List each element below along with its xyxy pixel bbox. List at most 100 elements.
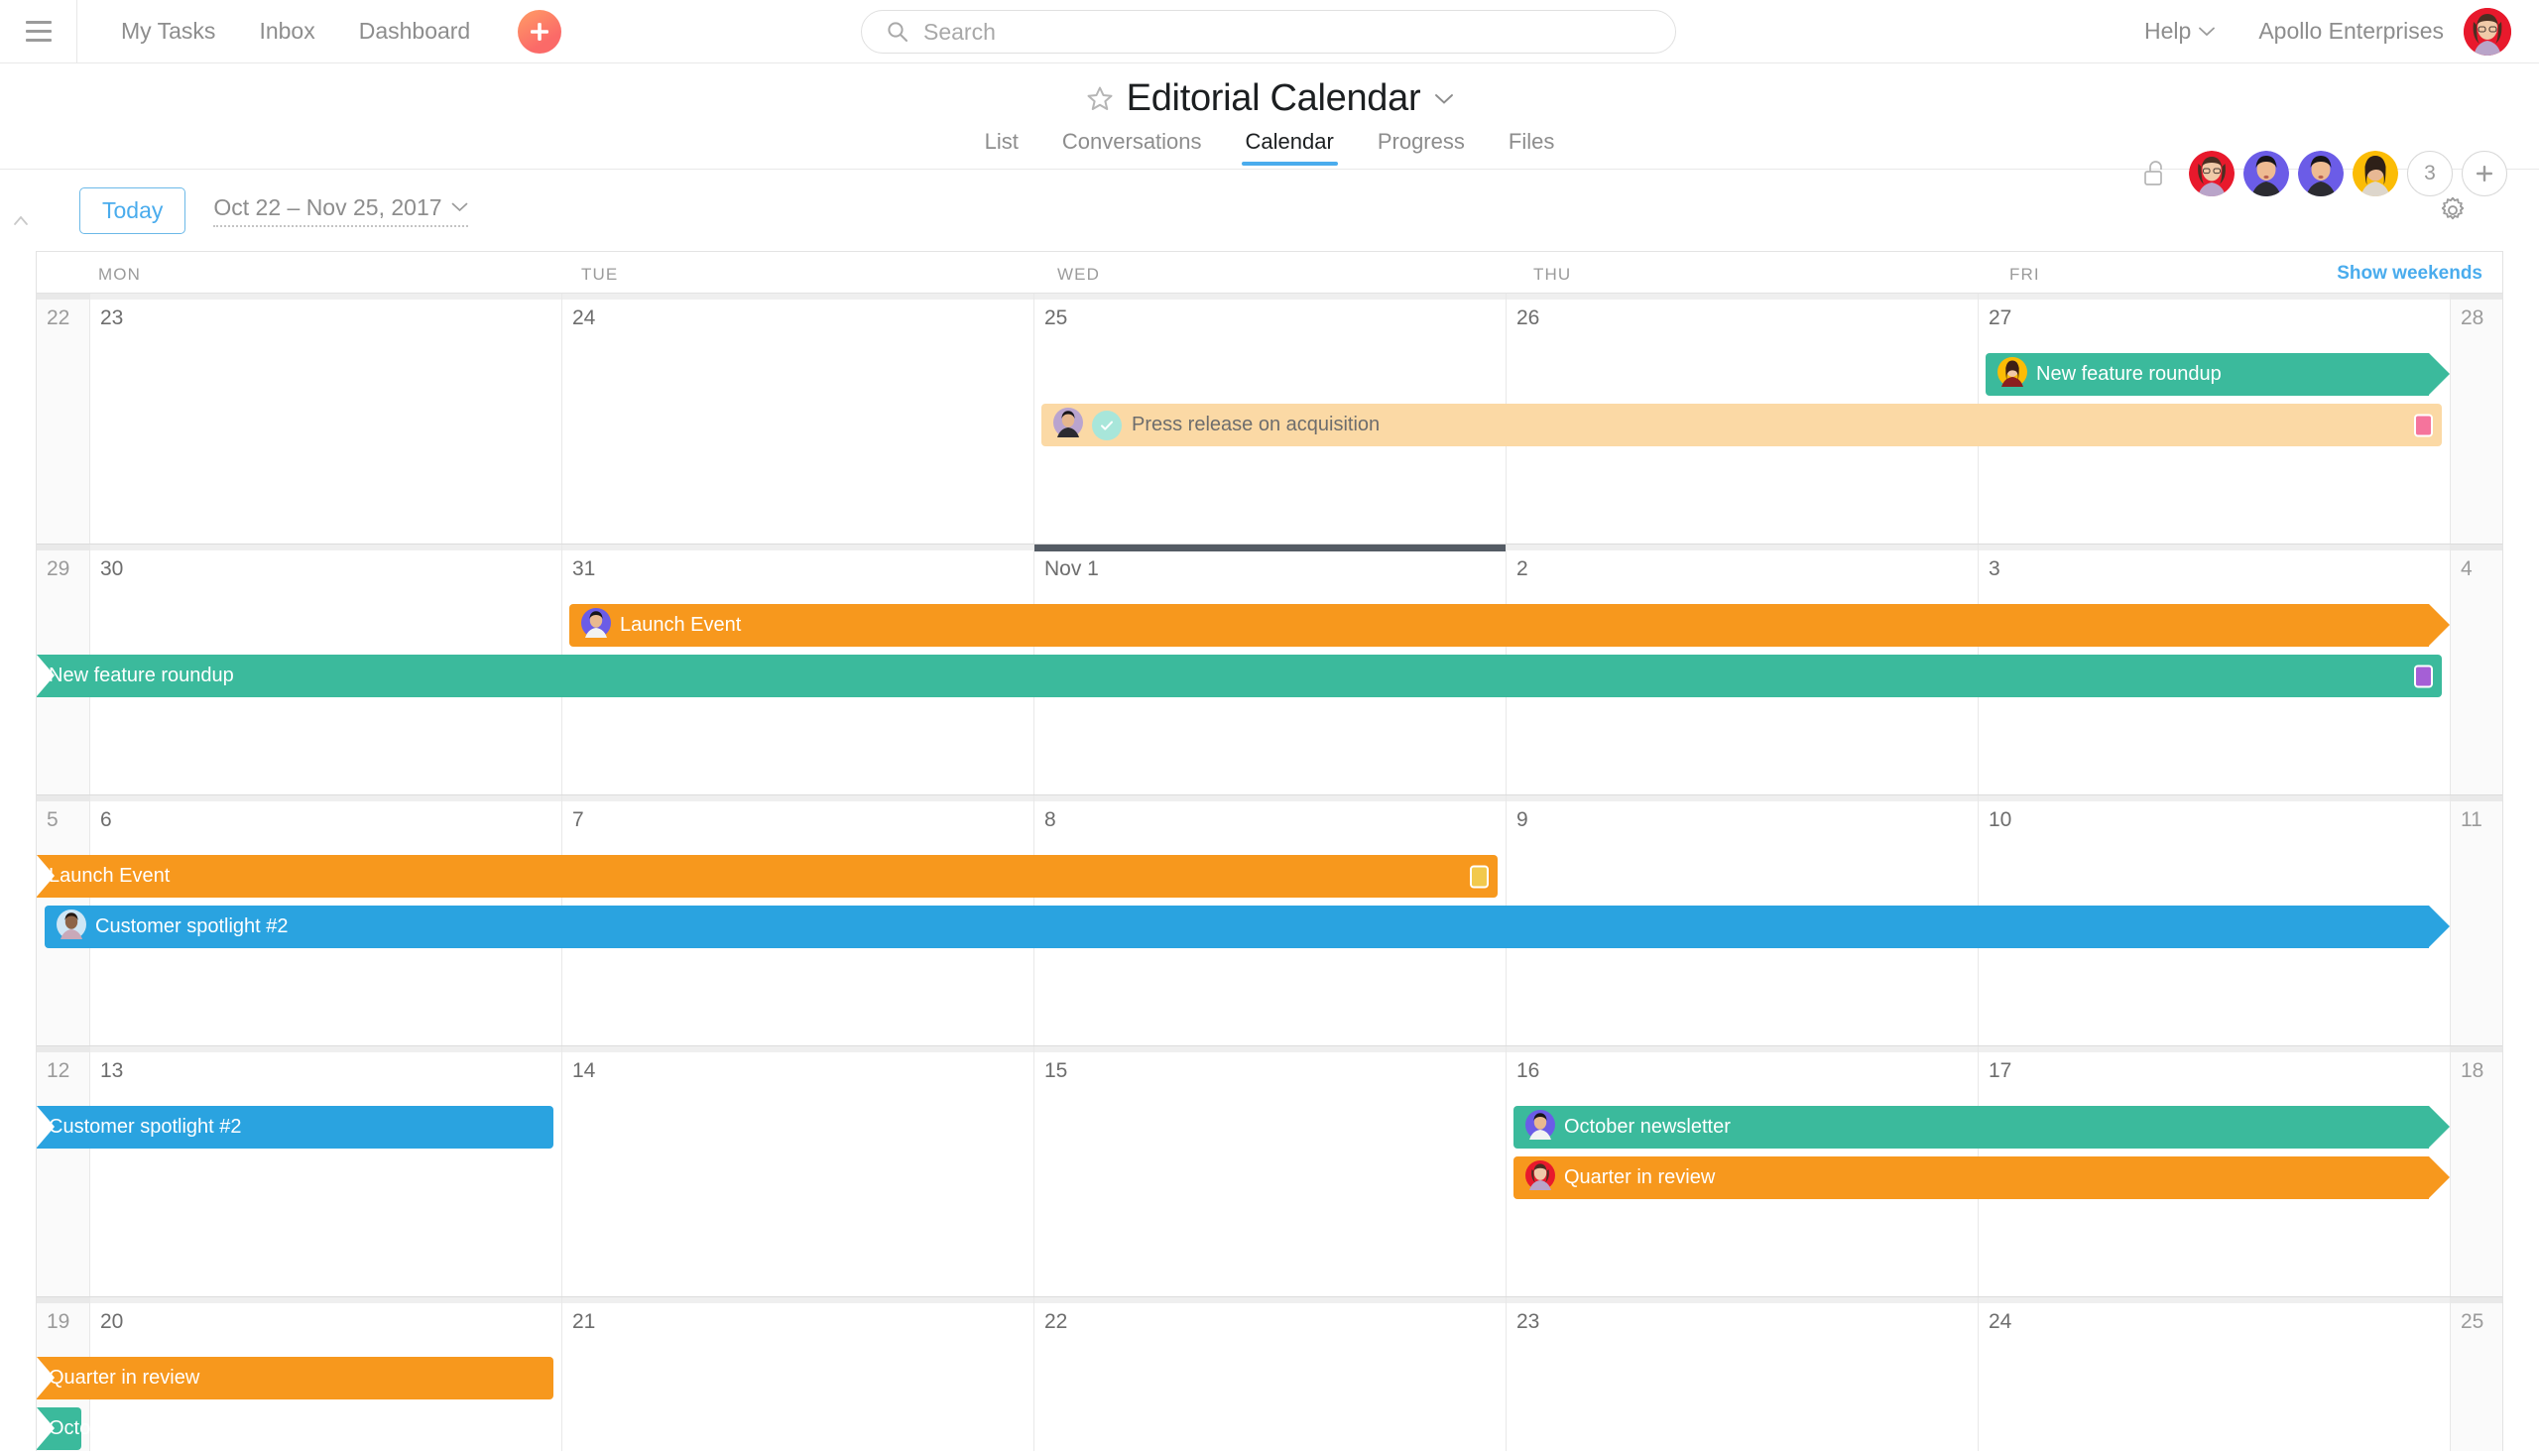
calendar-grid: MON TUE WED THU FRI Show weekends 22 23 24… xyxy=(36,251,2503,1451)
day-number: 17 xyxy=(1989,1059,2012,1082)
dow-wed: WED xyxy=(1057,265,1100,284)
event-assignee-avatar xyxy=(581,607,611,644)
tab-list[interactable]: List xyxy=(963,129,1040,166)
calendar-day-cell[interactable]: 24 xyxy=(1978,1297,2450,1451)
day-cell-topstrip xyxy=(1034,795,1506,801)
event-title: Quarter in review xyxy=(1564,1166,1716,1188)
event-end-chip[interactable] xyxy=(2414,414,2433,436)
calendar-day-cell[interactable]: 24 xyxy=(561,294,1033,544)
event-title: October newsletter xyxy=(1564,1116,1731,1138)
calendar-weeks: 22 23 24 25 26 27 28 New feature roundup Press r… xyxy=(37,294,2502,1451)
day-cell-topstrip xyxy=(90,1297,561,1303)
calendar-day-cell[interactable]: 15 xyxy=(1033,1046,1506,1296)
nav-item-inbox[interactable]: Inbox xyxy=(237,0,336,62)
event-title: Launch Event xyxy=(49,865,171,887)
calendar-day-cell[interactable]: 23 xyxy=(89,294,561,544)
day-number: Nov 1 xyxy=(1044,557,1099,580)
show-weekends-link[interactable]: Show weekends xyxy=(2337,263,2482,285)
event-end-chip[interactable] xyxy=(1470,865,1489,888)
calendar-day-cell[interactable]: 4 xyxy=(2450,545,2502,794)
project-menu-chevron-down-icon[interactable] xyxy=(1434,93,1454,105)
task-complete-check-icon[interactable] xyxy=(1092,410,1122,440)
calendar-event-bar[interactable]: Customer spotlight #2 xyxy=(45,906,2450,948)
day-cell-topstrip xyxy=(1979,545,2450,550)
day-number: 11 xyxy=(2461,808,2482,831)
calendar-day-cell[interactable]: 11 xyxy=(2450,795,2502,1045)
day-number: 10 xyxy=(1989,808,2012,831)
day-cell-topstrip xyxy=(1507,1046,1978,1052)
global-top-right: Help Apollo Enterprises xyxy=(2144,0,2511,62)
calendar-event-bar[interactable]: New feature roundup xyxy=(1986,353,2450,396)
today-button[interactable]: Today xyxy=(79,186,186,234)
calendar-event-bar[interactable]: October newsletter xyxy=(1513,1106,2450,1149)
day-cell-topstrip xyxy=(562,1046,1033,1052)
day-cell-topstrip xyxy=(1979,795,2450,801)
tab-progress[interactable]: Progress xyxy=(1356,129,1487,166)
day-cell-topstrip xyxy=(2451,545,2502,550)
quick-add-plus-icon[interactable] xyxy=(518,9,562,54)
event-title: Customer spotlight #2 xyxy=(49,1116,242,1138)
calendar-day-cell[interactable]: 13 xyxy=(89,1046,561,1296)
event-title: Customer spotlight #2 xyxy=(95,915,289,937)
calendar-day-cell[interactable]: 28 xyxy=(2450,294,2502,544)
calendar-day-cell[interactable]: 12 xyxy=(37,1046,89,1296)
calendar-event-bar[interactable]: Launch Event xyxy=(569,604,2450,647)
calendar-event-bar[interactable]: Press release on acquisition xyxy=(1041,404,2442,446)
current-user-avatar[interactable] xyxy=(2464,7,2511,56)
day-cell-topstrip xyxy=(37,1046,89,1052)
day-number: 23 xyxy=(1516,1310,1540,1333)
search-input[interactable] xyxy=(923,18,1634,46)
calendar-event-bar[interactable]: October newsletter xyxy=(37,1407,215,1450)
search-container xyxy=(861,10,1676,54)
day-number: 4 xyxy=(2461,557,2473,580)
page-title: Editorial Calendar xyxy=(1126,77,1421,119)
organization-label[interactable]: Apollo Enterprises xyxy=(2258,18,2444,45)
day-cell-topstrip xyxy=(1507,1297,1978,1303)
event-assignee-avatar xyxy=(57,909,86,945)
day-cell-topstrip xyxy=(1034,294,1506,300)
event-end-chip[interactable] xyxy=(2414,665,2433,687)
help-menu[interactable]: Help xyxy=(2144,18,2216,45)
global-top-bar: My Tasks Inbox Dashboard Help Apollo Ent… xyxy=(0,0,2539,63)
day-number: 29 xyxy=(47,557,70,580)
day-cell-topstrip xyxy=(90,795,561,801)
calendar-day-cell[interactable]: 22 xyxy=(1033,1297,1506,1451)
day-cell-topstrip xyxy=(90,294,561,300)
calendar-event-bar[interactable]: Quarter in review xyxy=(1513,1156,2450,1199)
nav-item-my-tasks[interactable]: My Tasks xyxy=(99,0,237,62)
nav-item-dashboard[interactable]: Dashboard xyxy=(337,0,493,62)
event-assignee-avatar xyxy=(1525,1109,1555,1146)
calendar-settings-gear-icon[interactable] xyxy=(2438,195,2468,225)
tab-conversations[interactable]: Conversations xyxy=(1040,129,1224,166)
dow-mon: MON xyxy=(98,265,141,284)
calendar-day-cell[interactable]: 21 xyxy=(561,1297,1033,1451)
calendar-event-bar[interactable]: Customer spotlight #2 xyxy=(37,1106,553,1149)
day-cell-topstrip xyxy=(37,795,89,801)
calendar-day-cell[interactable]: 14 xyxy=(561,1046,1033,1296)
calendar-event-bar[interactable]: Quarter in review xyxy=(37,1357,553,1399)
day-number: 25 xyxy=(2461,1310,2484,1333)
help-label: Help xyxy=(2144,18,2192,44)
tab-calendar[interactable]: Calendar xyxy=(1224,129,1356,166)
event-assignee-avatar xyxy=(1525,1159,1555,1196)
calendar-event-bar[interactable]: New feature roundup xyxy=(37,655,2442,697)
day-cell-topstrip xyxy=(1034,1297,1506,1303)
day-cell-topstrip xyxy=(37,545,89,550)
calendar-day-cell[interactable]: 18 xyxy=(2450,1046,2502,1296)
star-icon[interactable] xyxy=(1085,84,1115,114)
day-cell-topstrip xyxy=(562,294,1033,300)
global-nav: My Tasks Inbox Dashboard xyxy=(99,0,492,62)
day-number: 28 xyxy=(2461,306,2484,329)
hamburger-menu-icon[interactable] xyxy=(0,0,77,62)
date-range-picker[interactable]: Oct 22 – Nov 25, 2017 xyxy=(213,194,468,227)
search-box[interactable] xyxy=(861,10,1676,54)
day-cell-topstrip xyxy=(90,1046,561,1052)
day-cell-topstrip xyxy=(2451,294,2502,300)
day-cell-topstrip xyxy=(1979,1046,2450,1052)
calendar-day-cell[interactable]: 22 xyxy=(37,294,89,544)
calendar-event-bar[interactable]: Launch Event xyxy=(37,855,1498,898)
tab-files[interactable]: Files xyxy=(1487,129,1576,166)
calendar-week-row: 19 20 21 22 23 24 25 Quarter in review October n… xyxy=(37,1297,2502,1451)
calendar-day-cell[interactable]: 25 xyxy=(2450,1297,2502,1451)
calendar-day-cell[interactable]: 23 xyxy=(1506,1297,1978,1451)
